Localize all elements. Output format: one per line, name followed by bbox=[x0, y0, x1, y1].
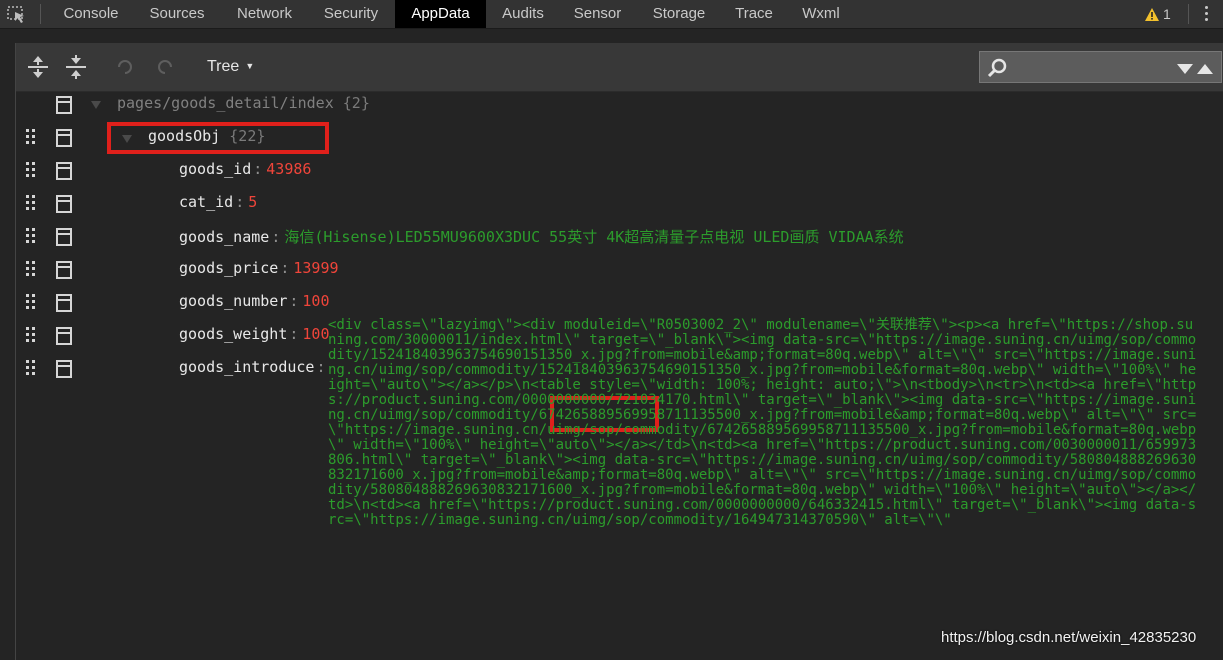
expand-arrow-icon[interactable] bbox=[122, 135, 132, 143]
search-icon bbox=[987, 58, 1007, 78]
watermark: https://blog.csdn.net/weixin_42835230 bbox=[941, 629, 1197, 646]
tab-audits[interactable]: Audits bbox=[489, 0, 557, 28]
drag-handle-icon[interactable] bbox=[26, 294, 38, 312]
object-key: goodsObj {22} bbox=[148, 127, 266, 145]
tab-separator bbox=[1188, 4, 1189, 24]
warnings-indicator[interactable]: 1 bbox=[1145, 3, 1171, 25]
tab-network[interactable]: Network bbox=[222, 0, 307, 28]
field-value[interactable]: 100 bbox=[302, 325, 329, 343]
tree-row-goods-price: goods_price:13999 bbox=[16, 257, 1223, 283]
inspect-element-icon[interactable] bbox=[7, 6, 27, 24]
drag-handle-icon[interactable] bbox=[26, 360, 38, 378]
redo-icon bbox=[158, 60, 172, 74]
warnings-count: 1 bbox=[1163, 6, 1171, 22]
field-key: goods_price:13999 bbox=[179, 259, 339, 277]
tab-sources[interactable]: Sources bbox=[136, 0, 218, 28]
tree-row-root: pages/goods_detail/index {2} bbox=[16, 92, 1223, 118]
drag-handle-icon[interactable] bbox=[26, 195, 38, 213]
tab-storage[interactable]: Storage bbox=[640, 0, 718, 28]
goods-introduce-value: <div class=\"lazyimg\"><div moduleid=\"R… bbox=[328, 317, 1197, 528]
search-box[interactable] bbox=[979, 51, 1222, 83]
drag-handle-icon[interactable] bbox=[26, 228, 38, 246]
edit-icon[interactable] bbox=[56, 129, 72, 147]
field-value[interactable]: 海信(Hisense)LED55MU9600X3DUC 55英寸 4K超高清量子… bbox=[284, 228, 903, 246]
search-prev-next-icon[interactable] bbox=[1177, 63, 1215, 75]
expand-all-icon[interactable] bbox=[26, 55, 50, 79]
edit-icon[interactable] bbox=[56, 96, 72, 114]
dropdown-caret-icon: ▼ bbox=[245, 61, 255, 71]
tab-appdata[interactable]: AppData bbox=[395, 0, 486, 28]
field-value[interactable]: 100 bbox=[302, 292, 329, 310]
warning-icon bbox=[1145, 7, 1159, 21]
tree-row-goods-name: goods_name: 海信(Hisense)LED55MU9600X3DUC 5… bbox=[16, 224, 1223, 250]
expand-arrow-icon[interactable] bbox=[91, 101, 101, 109]
appdata-toolbar: Tree ▼ bbox=[16, 43, 1223, 92]
view-mode-label: Tree bbox=[207, 58, 240, 75]
undo-icon bbox=[118, 60, 132, 74]
tree-row-goods-number: goods_number:100 bbox=[16, 290, 1223, 316]
collapse-all-icon[interactable] bbox=[64, 55, 88, 79]
tab-security[interactable]: Security bbox=[311, 0, 391, 28]
field-value[interactable]: 5 bbox=[248, 193, 257, 211]
field-key: goods_name: 海信(Hisense)LED55MU9600X3DUC 5… bbox=[179, 228, 904, 246]
tab-separator bbox=[40, 4, 41, 24]
field-key: goods_number:100 bbox=[179, 292, 330, 310]
tree-row-cat-id: cat_id:5 bbox=[16, 191, 1223, 217]
drag-handle-icon[interactable] bbox=[26, 129, 38, 147]
drag-handle-icon[interactable] bbox=[26, 261, 38, 279]
field-key: cat_id:5 bbox=[179, 193, 258, 211]
field-key: goods_id:43986 bbox=[179, 160, 312, 178]
drag-handle-icon[interactable] bbox=[26, 162, 38, 180]
tab-console[interactable]: Console bbox=[48, 0, 134, 28]
page-path: pages/goods_detail/index {2} bbox=[117, 94, 370, 112]
tab-wxml[interactable]: Wxml bbox=[790, 0, 852, 28]
tab-sensor[interactable]: Sensor bbox=[563, 0, 632, 28]
edit-icon[interactable] bbox=[56, 228, 72, 246]
field-value[interactable]: 13999 bbox=[293, 259, 338, 277]
view-mode-dropdown[interactable]: Tree ▼ bbox=[207, 56, 254, 78]
tree-row-goods-id: goods_id:43986 bbox=[16, 158, 1223, 184]
devtools-tab-bar: Console Sources Network Security AppData Audi… bbox=[0, 0, 1223, 29]
field-key: goods_introduce: bbox=[179, 358, 326, 376]
field-key: goods_weight:100 bbox=[179, 325, 330, 343]
field-value[interactable]: 43986 bbox=[266, 160, 311, 178]
tab-trace[interactable]: Trace bbox=[726, 0, 782, 28]
edit-icon[interactable] bbox=[56, 261, 72, 279]
edit-icon[interactable] bbox=[56, 294, 72, 312]
tree-row-goodsobj: goodsObj {22} bbox=[16, 125, 1223, 151]
edit-icon[interactable] bbox=[56, 195, 72, 213]
more-options-icon[interactable] bbox=[1205, 6, 1209, 22]
edit-icon[interactable] bbox=[56, 162, 72, 180]
edit-icon[interactable] bbox=[56, 360, 72, 378]
edit-icon[interactable] bbox=[56, 327, 72, 345]
drag-handle-icon[interactable] bbox=[26, 327, 38, 345]
